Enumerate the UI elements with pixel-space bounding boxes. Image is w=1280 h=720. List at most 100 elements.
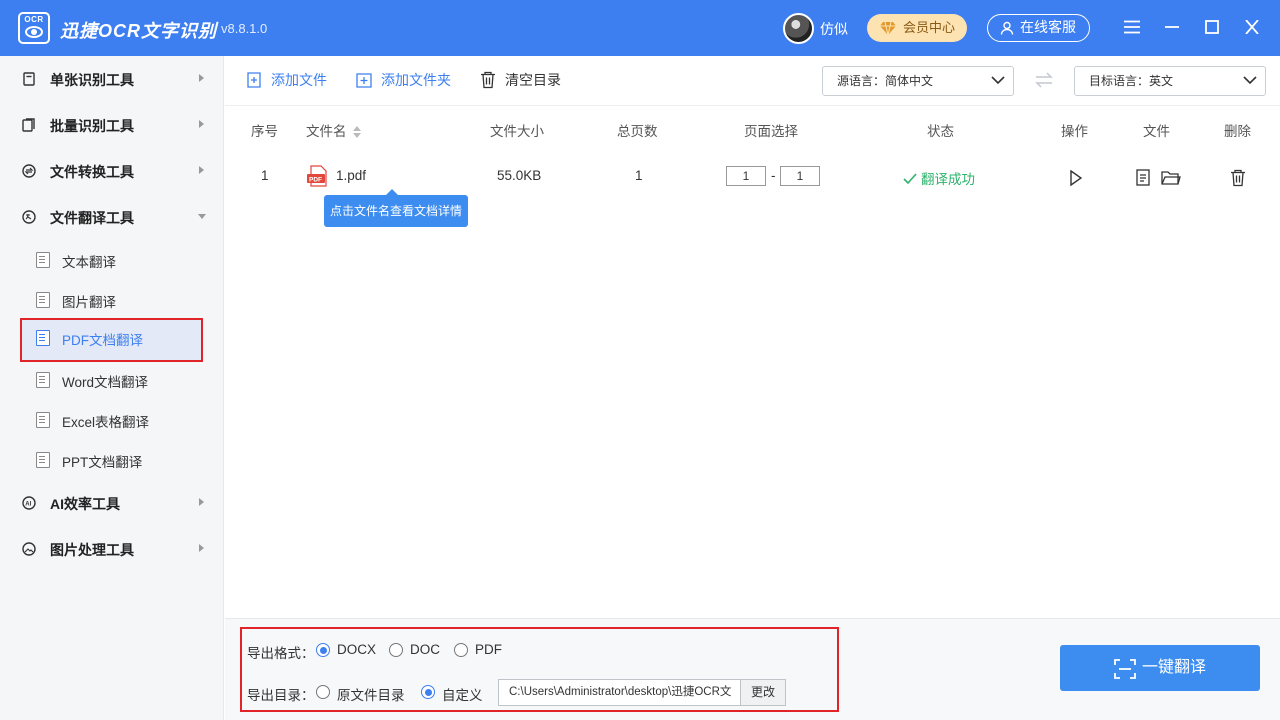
maximize-icon bbox=[1205, 20, 1219, 34]
format-docx-label[interactable]: DOCX bbox=[337, 642, 376, 657]
dir-custom-radio[interactable] bbox=[421, 685, 435, 699]
change-path-button[interactable]: 更改 bbox=[740, 679, 786, 706]
sidebar-group-translate[interactable]: 文件翻译工具 bbox=[0, 194, 224, 240]
check-icon bbox=[903, 173, 917, 185]
row-filename[interactable]: 1.pdf bbox=[336, 168, 366, 183]
delete-icon[interactable] bbox=[1229, 169, 1247, 187]
format-docx-radio[interactable] bbox=[316, 643, 330, 657]
table-header: 序号 文件名 文件大小 总页数 页面选择 状态 操作 文件 删除 bbox=[225, 106, 1280, 150]
chevron-right-icon bbox=[199, 120, 204, 128]
row-status-text: 翻译成功 bbox=[921, 172, 975, 187]
sidebar-item-label: Excel表格翻译 bbox=[62, 415, 150, 430]
sidebar-item-text-translate[interactable]: 文本翻译 bbox=[20, 240, 203, 278]
sidebar-item-word-translate[interactable]: Word文档翻译 bbox=[20, 360, 203, 398]
row-pages: 1 bbox=[635, 168, 643, 183]
ai-icon: AI bbox=[22, 496, 36, 510]
image-icon bbox=[22, 542, 36, 556]
translate-all-label: 一键翻译 bbox=[1142, 659, 1207, 676]
diamond-icon bbox=[880, 21, 896, 35]
format-doc-radio[interactable] bbox=[389, 643, 403, 657]
row-size: 55.0KB bbox=[497, 168, 542, 183]
sidebar-group-label: 文件翻译工具 bbox=[50, 210, 134, 226]
pdf-icon-text: PDF bbox=[309, 176, 322, 183]
online-service-label: 在线客服 bbox=[1020, 19, 1076, 35]
menu-button[interactable] bbox=[1118, 14, 1146, 42]
image-doc-icon bbox=[36, 292, 50, 308]
page-to-input[interactable]: 1 bbox=[780, 166, 820, 186]
add-file-label: 添加文件 bbox=[271, 72, 327, 88]
translate-all-button[interactable]: 一键翻译 bbox=[1060, 645, 1260, 691]
sidebar-item-label: PPT文档翻译 bbox=[62, 455, 143, 470]
page-range-separator: - bbox=[771, 168, 776, 183]
add-folder-label: 添加文件夹 bbox=[381, 72, 451, 88]
sidebar-item-pdf-translate[interactable]: PDF文档翻译 bbox=[20, 318, 203, 362]
hamburger-icon bbox=[1124, 20, 1140, 34]
dir-original-radio[interactable] bbox=[316, 685, 330, 699]
row-status: 翻译成功 bbox=[903, 168, 975, 188]
add-folder-icon bbox=[356, 73, 372, 88]
target-language-select[interactable]: 目标语言：英文 bbox=[1074, 66, 1266, 96]
sidebar-group-ai[interactable]: AI AI效率工具 bbox=[0, 480, 224, 526]
page-from-input[interactable]: 1 bbox=[726, 166, 766, 186]
sidebar-item-label: 图片翻译 bbox=[62, 295, 116, 310]
col-filename[interactable]: 文件名 bbox=[306, 120, 361, 140]
maximize-button[interactable] bbox=[1198, 14, 1226, 42]
dir-original-label[interactable]: 原文件目录 bbox=[337, 684, 405, 704]
sidebar-group-single[interactable]: 单张识别工具 bbox=[0, 56, 224, 102]
app-version: v8.8.1.0 bbox=[221, 21, 268, 36]
col-delete: 删除 bbox=[1224, 124, 1251, 139]
sidebar-item-ppt-translate[interactable]: PPT文档翻译 bbox=[20, 440, 203, 478]
col-index: 序号 bbox=[251, 124, 278, 139]
export-format-label: 导出格式： bbox=[247, 646, 315, 661]
source-language-value: 源语言：简体中文 bbox=[837, 74, 934, 88]
sidebar-group-batch[interactable]: 批量识别工具 bbox=[0, 102, 224, 148]
minimize-button[interactable] bbox=[1158, 14, 1186, 42]
format-pdf-label[interactable]: PDF bbox=[475, 642, 502, 657]
format-doc-label[interactable]: DOC bbox=[410, 642, 440, 657]
user-icon bbox=[1000, 21, 1014, 35]
close-icon bbox=[1245, 20, 1259, 34]
col-status: 状态 bbox=[927, 124, 954, 139]
source-language-select[interactable]: 源语言：简体中文 bbox=[822, 66, 1014, 96]
swap-language-icon[interactable] bbox=[1034, 71, 1054, 89]
trash-icon bbox=[481, 71, 495, 89]
sidebar-group-label: 批量识别工具 bbox=[50, 118, 134, 134]
chevron-right-icon bbox=[199, 74, 204, 82]
online-service-button[interactable]: 在线客服 bbox=[987, 14, 1090, 42]
clear-list-label: 清空目录 bbox=[505, 72, 561, 88]
avatar[interactable] bbox=[783, 13, 814, 44]
chevron-down-icon bbox=[198, 214, 206, 219]
sidebar-item-label: 文本翻译 bbox=[62, 255, 116, 270]
close-button[interactable] bbox=[1238, 14, 1266, 42]
sort-icon[interactable] bbox=[352, 126, 361, 138]
add-file-button[interactable]: 添加文件 bbox=[245, 70, 327, 92]
add-folder-button[interactable]: 添加文件夹 bbox=[355, 70, 451, 92]
sidebar-group-image[interactable]: 图片处理工具 bbox=[0, 526, 224, 572]
add-file-icon bbox=[247, 72, 261, 88]
sidebar-group-label: 图片处理工具 bbox=[50, 542, 134, 558]
sidebar-group-label: AI效率工具 bbox=[50, 496, 120, 512]
logo-text: OCR bbox=[24, 15, 44, 24]
open-file-icon[interactable] bbox=[1136, 169, 1150, 186]
clear-list-button[interactable]: 清空目录 bbox=[479, 70, 561, 92]
batch-doc-icon bbox=[22, 118, 35, 132]
sidebar-item-excel-translate[interactable]: Excel表格翻译 bbox=[20, 400, 203, 438]
username[interactable]: 仿似 bbox=[820, 19, 848, 39]
open-folder-icon[interactable] bbox=[1161, 170, 1181, 186]
sidebar-group-convert[interactable]: 文件转换工具 bbox=[0, 148, 224, 194]
pdf-file-icon: PDF bbox=[307, 165, 327, 187]
export-path-field[interactable]: C:\Users\Administrator\desktop\迅捷OCR文 bbox=[498, 679, 741, 706]
convert-icon bbox=[22, 164, 36, 178]
sidebar-item-label: Word文档翻译 bbox=[62, 375, 149, 390]
chevron-down-icon bbox=[991, 76, 1005, 85]
dir-custom-label[interactable]: 自定义 bbox=[442, 684, 483, 704]
sidebar-group-label: 文件转换工具 bbox=[50, 164, 134, 180]
format-pdf-radio[interactable] bbox=[454, 643, 468, 657]
svg-text:AI: AI bbox=[25, 502, 31, 508]
minimize-icon bbox=[1165, 26, 1179, 28]
sidebar-item-image-translate[interactable]: 图片翻译 bbox=[20, 280, 203, 318]
vip-center-button[interactable]: 会员中心 bbox=[867, 14, 967, 42]
chevron-down-icon bbox=[1243, 76, 1257, 85]
col-file: 文件 bbox=[1143, 124, 1170, 139]
play-icon[interactable] bbox=[1070, 170, 1082, 186]
